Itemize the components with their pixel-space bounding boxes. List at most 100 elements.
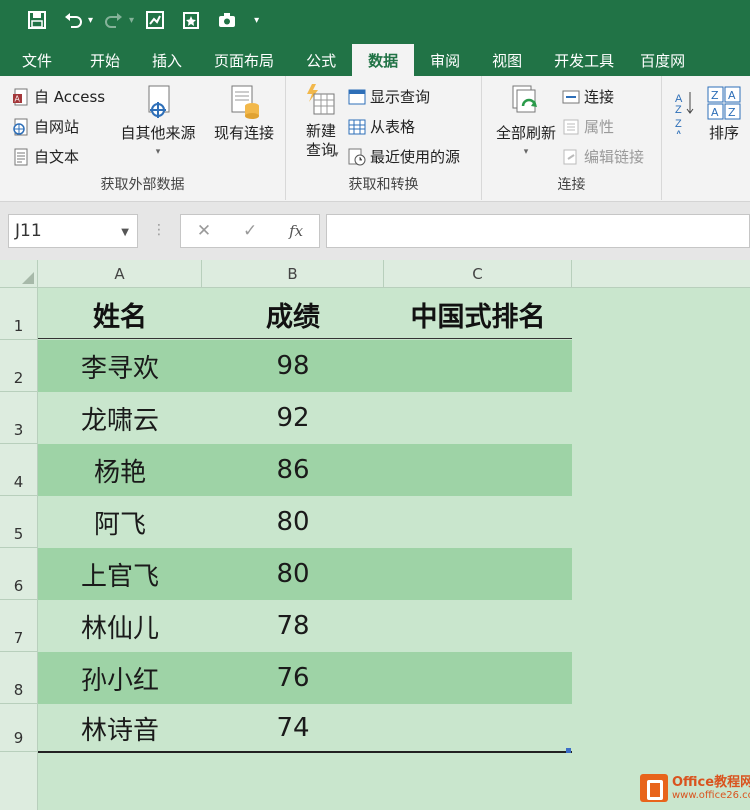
new-query-dropdown-icon[interactable]: ▾ bbox=[334, 150, 339, 160]
row-header-9[interactable]: 9 bbox=[0, 704, 38, 752]
sort-az-icon[interactable]: A Z Z A bbox=[674, 90, 696, 134]
row-header-2[interactable]: 2 bbox=[0, 340, 38, 392]
refresh-icon bbox=[512, 85, 537, 113]
name-cell[interactable]: 阿飞 bbox=[38, 496, 202, 548]
save-icon[interactable] bbox=[22, 5, 52, 35]
properties-button[interactable]: 属性 bbox=[562, 116, 614, 137]
rank-cell[interactable] bbox=[384, 548, 572, 600]
redo-icon[interactable] bbox=[99, 5, 129, 35]
show-queries-button[interactable]: 显示查询 bbox=[348, 86, 430, 107]
existing-connections-label: 现有连接 bbox=[213, 124, 274, 142]
row-header-6[interactable]: 6 bbox=[0, 548, 38, 600]
office-logo-icon bbox=[640, 774, 668, 802]
cancel-icon[interactable]: ✕ bbox=[197, 221, 211, 241]
rank-cell[interactable] bbox=[384, 704, 572, 752]
rank-cell[interactable] bbox=[384, 600, 572, 652]
enter-icon[interactable]: ✓ bbox=[243, 221, 257, 241]
name-cell[interactable]: 李寻欢 bbox=[38, 340, 202, 392]
select-all-button[interactable] bbox=[0, 260, 38, 288]
watermark: Office教程网 www.office26.com bbox=[640, 774, 750, 802]
formula-input[interactable] bbox=[326, 214, 750, 248]
name-cell[interactable]: 孙小红 bbox=[38, 652, 202, 704]
from-text-button[interactable]: 自文本 bbox=[12, 146, 79, 167]
existing-connections-button[interactable]: 现有连接 bbox=[206, 84, 282, 143]
from-web-button[interactable]: 自网站 bbox=[12, 116, 79, 137]
insert-function-icon[interactable]: fx bbox=[289, 222, 303, 240]
edit-links-button[interactable]: 编辑链接 bbox=[562, 146, 644, 167]
rank-cell[interactable] bbox=[384, 652, 572, 704]
quick-access-toolbar: ▾ ▾ ▾ bbox=[0, 0, 750, 40]
row-header-4[interactable]: 4 bbox=[0, 444, 38, 496]
new-query-label-2: 查询 bbox=[305, 141, 336, 159]
fill-handle[interactable] bbox=[566, 748, 571, 753]
score-cell[interactable]: 80 bbox=[202, 496, 384, 548]
row-header-1[interactable]: 1 bbox=[0, 288, 38, 340]
score-cell[interactable]: 98 bbox=[202, 340, 384, 392]
sort-label: 排序 bbox=[708, 124, 739, 142]
column-header-c[interactable]: C bbox=[384, 260, 572, 288]
name-box[interactable]: J11 ▼ bbox=[8, 214, 138, 248]
tab-view[interactable]: 视图 bbox=[476, 44, 538, 76]
column-header-a[interactable]: A bbox=[38, 260, 202, 288]
connections-button[interactable]: 连接 bbox=[562, 86, 614, 107]
tab-formulas[interactable]: 公式 bbox=[290, 44, 352, 76]
column-header-b[interactable]: B bbox=[202, 260, 384, 288]
camera-icon[interactable] bbox=[212, 5, 242, 35]
rank-cell[interactable] bbox=[384, 392, 572, 444]
splitter-handle[interactable]: ⋮ bbox=[152, 222, 166, 238]
from-table-button[interactable]: 从表格 bbox=[348, 116, 415, 137]
rank-cell[interactable] bbox=[384, 340, 572, 392]
sort-button[interactable]: ZAAZ 排序 bbox=[702, 86, 746, 143]
name-cell[interactable]: 龙啸云 bbox=[38, 392, 202, 444]
chevron-down-icon: ▾ bbox=[523, 147, 529, 157]
name-box-value: J11 bbox=[15, 221, 42, 241]
undo-dropdown-icon[interactable]: ▾ bbox=[88, 15, 93, 26]
new-query-button[interactable]: 新建 查询 bbox=[292, 82, 350, 160]
tab-data[interactable]: 数据 bbox=[352, 44, 415, 76]
score-cell[interactable]: 86 bbox=[202, 444, 384, 496]
header-cell-rank[interactable]: 中国式排名 bbox=[384, 288, 572, 340]
svg-text:Z: Z bbox=[728, 106, 736, 119]
name-cell[interactable]: 林仙儿 bbox=[38, 600, 202, 652]
redo-dropdown-icon[interactable]: ▾ bbox=[129, 15, 134, 26]
tab-page-layout[interactable]: 页面布局 bbox=[198, 44, 290, 76]
row-header-3[interactable]: 3 bbox=[0, 392, 38, 444]
score-cell[interactable]: 74 bbox=[202, 704, 384, 752]
refresh-all-button[interactable]: 全部刷新 ▾ bbox=[488, 84, 564, 162]
tab-developer[interactable]: 开发工具 bbox=[538, 44, 630, 76]
name-cell[interactable]: 林诗音 bbox=[38, 704, 202, 752]
recent-sources-button[interactable]: 最近使用的源 bbox=[348, 146, 460, 167]
column-header-empty bbox=[572, 260, 750, 288]
svg-text:A: A bbox=[675, 129, 683, 134]
rank-cell[interactable] bbox=[384, 496, 572, 548]
rank-cell[interactable] bbox=[384, 444, 572, 496]
from-other-sources-button[interactable]: 自其他来源 ▾ bbox=[116, 84, 200, 162]
tab-baidu[interactable]: 百度网 bbox=[630, 44, 695, 76]
customize-icon[interactable]: ▾ bbox=[254, 15, 259, 26]
undo-icon[interactable] bbox=[58, 5, 88, 35]
from-access-label: 自 Access bbox=[34, 88, 106, 106]
from-access-button[interactable]: A 自 Access bbox=[12, 86, 105, 107]
name-cell[interactable]: 上官飞 bbox=[38, 548, 202, 600]
row-header-7[interactable]: 7 bbox=[0, 600, 38, 652]
form-icon[interactable] bbox=[140, 5, 170, 35]
score-cell[interactable]: 76 bbox=[202, 652, 384, 704]
name-cell[interactable]: 杨艳 bbox=[38, 444, 202, 496]
score-cell[interactable]: 78 bbox=[202, 600, 384, 652]
tab-insert[interactable]: 插入 bbox=[136, 44, 198, 76]
header-cell-name[interactable]: 姓名 bbox=[38, 288, 202, 340]
table-row: 阿飞 80 bbox=[38, 496, 572, 548]
tab-home[interactable]: 开始 bbox=[74, 44, 136, 76]
chevron-down-icon[interactable]: ▼ bbox=[121, 227, 129, 238]
row-header-5[interactable]: 5 bbox=[0, 496, 38, 548]
sort-icon: Z AA Z bbox=[707, 86, 741, 120]
score-cell[interactable]: 80 bbox=[202, 548, 384, 600]
tab-review[interactable]: 审阅 bbox=[414, 44, 476, 76]
bookmark-icon[interactable] bbox=[176, 5, 206, 35]
group-label-get-transform: 获取和转换 bbox=[348, 177, 419, 193]
table-row: 李寻欢 98 bbox=[38, 340, 572, 392]
row-header-8[interactable]: 8 bbox=[0, 652, 38, 704]
score-cell[interactable]: 92 bbox=[202, 392, 384, 444]
tab-file[interactable]: 文件 bbox=[0, 44, 74, 76]
header-cell-score[interactable]: 成绩 bbox=[202, 288, 384, 340]
